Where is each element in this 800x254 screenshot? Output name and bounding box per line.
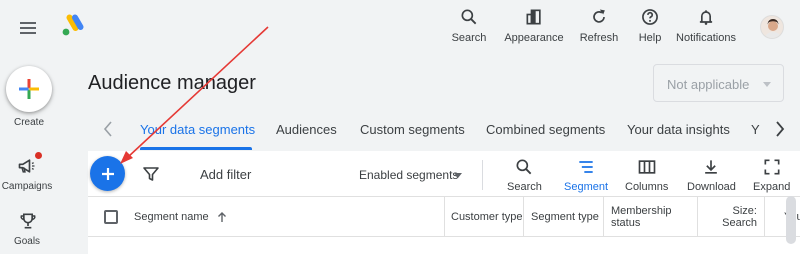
- size-header-line1: Size:: [732, 205, 757, 217]
- column-membership-status[interactable]: Membership status: [611, 197, 672, 237]
- download-label: Download: [687, 181, 736, 193]
- size-header-line2: Search: [722, 217, 757, 229]
- chevron-left-icon[interactable]: [102, 120, 114, 138]
- customer-type-header: Customer type: [451, 211, 523, 223]
- account-select-value: Not applicable: [667, 77, 750, 92]
- refresh-label: Refresh: [579, 32, 619, 44]
- notifications-button[interactable]: Notifications: [672, 4, 740, 52]
- bell-icon: [699, 10, 713, 25]
- segment-status-dropdown[interactable]: Enabled segments: [359, 168, 458, 182]
- column-divider: [444, 197, 445, 237]
- segment-type-header: Segment type: [531, 211, 599, 223]
- column-segment-name[interactable]: Segment name: [134, 197, 229, 237]
- column-divider: [523, 197, 524, 237]
- avatar-image: [761, 16, 783, 38]
- top-search-label: Search: [451, 32, 487, 44]
- top-bar: Search Appearance Refresh Help Notificat…: [0, 0, 800, 56]
- column-segment-type[interactable]: Segment type: [531, 197, 599, 237]
- table-search-button[interactable]: Search: [507, 157, 542, 193]
- chevron-right-icon[interactable]: [774, 120, 786, 138]
- column-divider: [603, 197, 604, 237]
- search-icon: [516, 159, 532, 175]
- filter-icon[interactable]: [142, 165, 160, 183]
- expand-icon: [764, 159, 780, 175]
- goals-label[interactable]: Goals: [0, 236, 57, 247]
- membership-header-line1: Membership: [611, 205, 672, 217]
- appearance-icon: [526, 9, 541, 25]
- refresh-button[interactable]: Refresh: [570, 4, 628, 52]
- refresh-icon: [593, 9, 605, 23]
- help-label: Help: [638, 32, 662, 44]
- columns-label: Columns: [625, 181, 669, 193]
- create-label: Create: [13, 117, 44, 128]
- segment-name-header: Segment name: [134, 211, 209, 223]
- add-filter-button[interactable]: Add filter: [200, 167, 251, 182]
- megaphone-icon[interactable]: [17, 156, 37, 176]
- membership-header-line2: status: [611, 217, 641, 229]
- account-select: Not applicable: [653, 64, 784, 102]
- sort-arrow-icon: [217, 212, 226, 222]
- create-button[interactable]: [6, 66, 52, 112]
- columns-icon: [638, 160, 656, 174]
- search-icon: [461, 9, 477, 25]
- help-button[interactable]: Help: [628, 4, 672, 52]
- toolbar-divider: [482, 160, 483, 190]
- avatar[interactable]: [760, 15, 784, 39]
- download-icon: [705, 160, 718, 174]
- column-divider: [697, 197, 698, 237]
- columns-button[interactable]: Columns: [625, 157, 668, 193]
- tab-combined-segments[interactable]: Combined segments: [486, 122, 605, 137]
- tab-truncated[interactable]: Y: [751, 122, 760, 137]
- segment-label: Segment: [564, 181, 609, 193]
- table-search-label: Search: [507, 181, 542, 193]
- notification-dot: [35, 152, 42, 159]
- scrollbar[interactable]: [786, 196, 796, 244]
- google-ads-logo[interactable]: [60, 14, 84, 38]
- table-header: Segment name Customer type Segment type …: [88, 197, 800, 237]
- notifications-label: Notifications: [676, 32, 736, 44]
- top-actions: Search Appearance Refresh Help Notificat…: [440, 4, 740, 52]
- segments-table-panel: Add filter Enabled segments Search Segme…: [88, 151, 800, 254]
- download-button[interactable]: Download: [687, 157, 736, 193]
- active-tab-indicator: [140, 147, 252, 150]
- table-toolbar: Add filter Enabled segments Search Segme…: [88, 151, 800, 197]
- app-window: Search Appearance Refresh Help Notificat…: [0, 0, 800, 254]
- page-title: Audience manager: [88, 72, 256, 94]
- segment-icon: [579, 161, 593, 173]
- column-size-search[interactable]: Size: Search: [700, 197, 757, 237]
- add-segment-button[interactable]: [90, 156, 125, 191]
- top-search-button[interactable]: Search: [440, 4, 498, 52]
- plus-icon: [101, 167, 114, 180]
- chevron-down-icon[interactable]: [454, 173, 462, 178]
- tab-audiences[interactable]: Audiences: [276, 122, 337, 137]
- appearance-button[interactable]: Appearance: [498, 4, 570, 52]
- column-divider: [764, 197, 765, 237]
- tab-bar: Your data segments Audiences Custom segm…: [88, 110, 800, 150]
- campaigns-label[interactable]: Campaigns: [0, 181, 57, 192]
- tab-your-data-segments[interactable]: Your data segments: [140, 122, 255, 137]
- trophy-icon[interactable]: [18, 211, 38, 231]
- column-customer-type[interactable]: Customer type: [451, 197, 523, 237]
- plus-icon: [19, 79, 39, 99]
- tab-your-data-insights[interactable]: Your data insights: [627, 122, 730, 137]
- segment-button[interactable]: Segment: [564, 157, 608, 193]
- help-icon: [642, 9, 658, 25]
- menu-icon[interactable]: [14, 14, 42, 42]
- chevron-down-icon: [763, 82, 771, 87]
- expand-label: Expand: [753, 181, 791, 193]
- appearance-label: Appearance: [504, 32, 564, 44]
- expand-button[interactable]: Expand: [753, 157, 790, 193]
- select-all-checkbox[interactable]: [104, 210, 118, 224]
- tab-custom-segments[interactable]: Custom segments: [360, 122, 465, 137]
